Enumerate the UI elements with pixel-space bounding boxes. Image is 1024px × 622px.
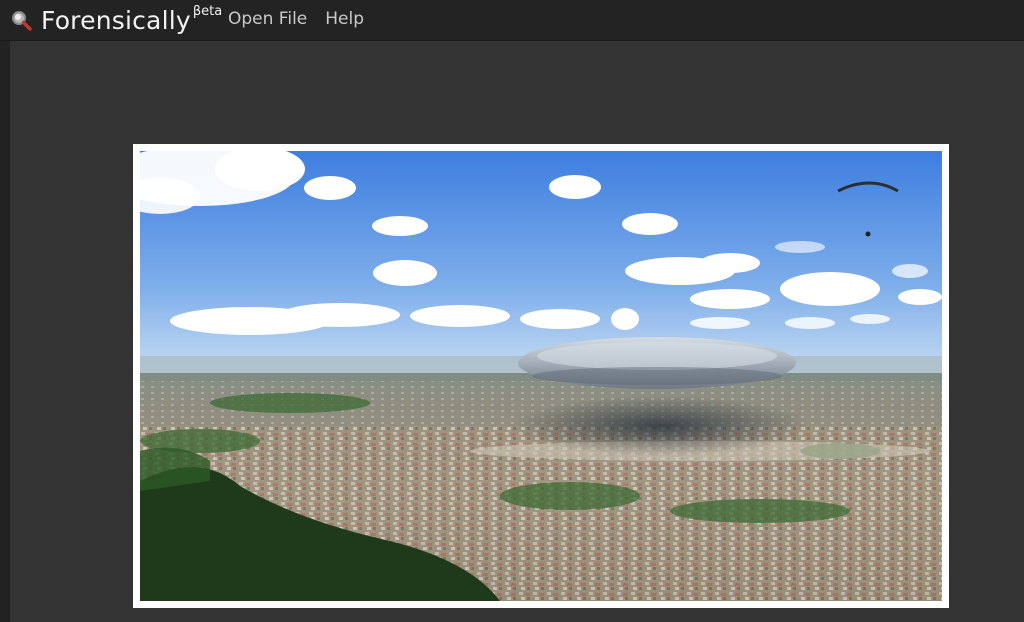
main-menu: Open File Help <box>228 9 382 29</box>
top-navigation-bar: Forensically βeta Open File Help <box>0 0 1024 41</box>
ufo <box>518 337 796 389</box>
image-canvas-frame <box>133 144 949 608</box>
brand[interactable]: Forensically βeta <box>10 3 222 37</box>
magnifier-icon <box>12 11 32 31</box>
beta-badge: βeta <box>192 3 223 19</box>
ufo-shadow <box>510 396 810 456</box>
menu-help[interactable]: Help <box>325 9 364 29</box>
menu-open-file[interactable]: Open File <box>228 9 307 29</box>
app-title: Forensically <box>41 5 191 35</box>
analyzed-image <box>140 151 942 601</box>
